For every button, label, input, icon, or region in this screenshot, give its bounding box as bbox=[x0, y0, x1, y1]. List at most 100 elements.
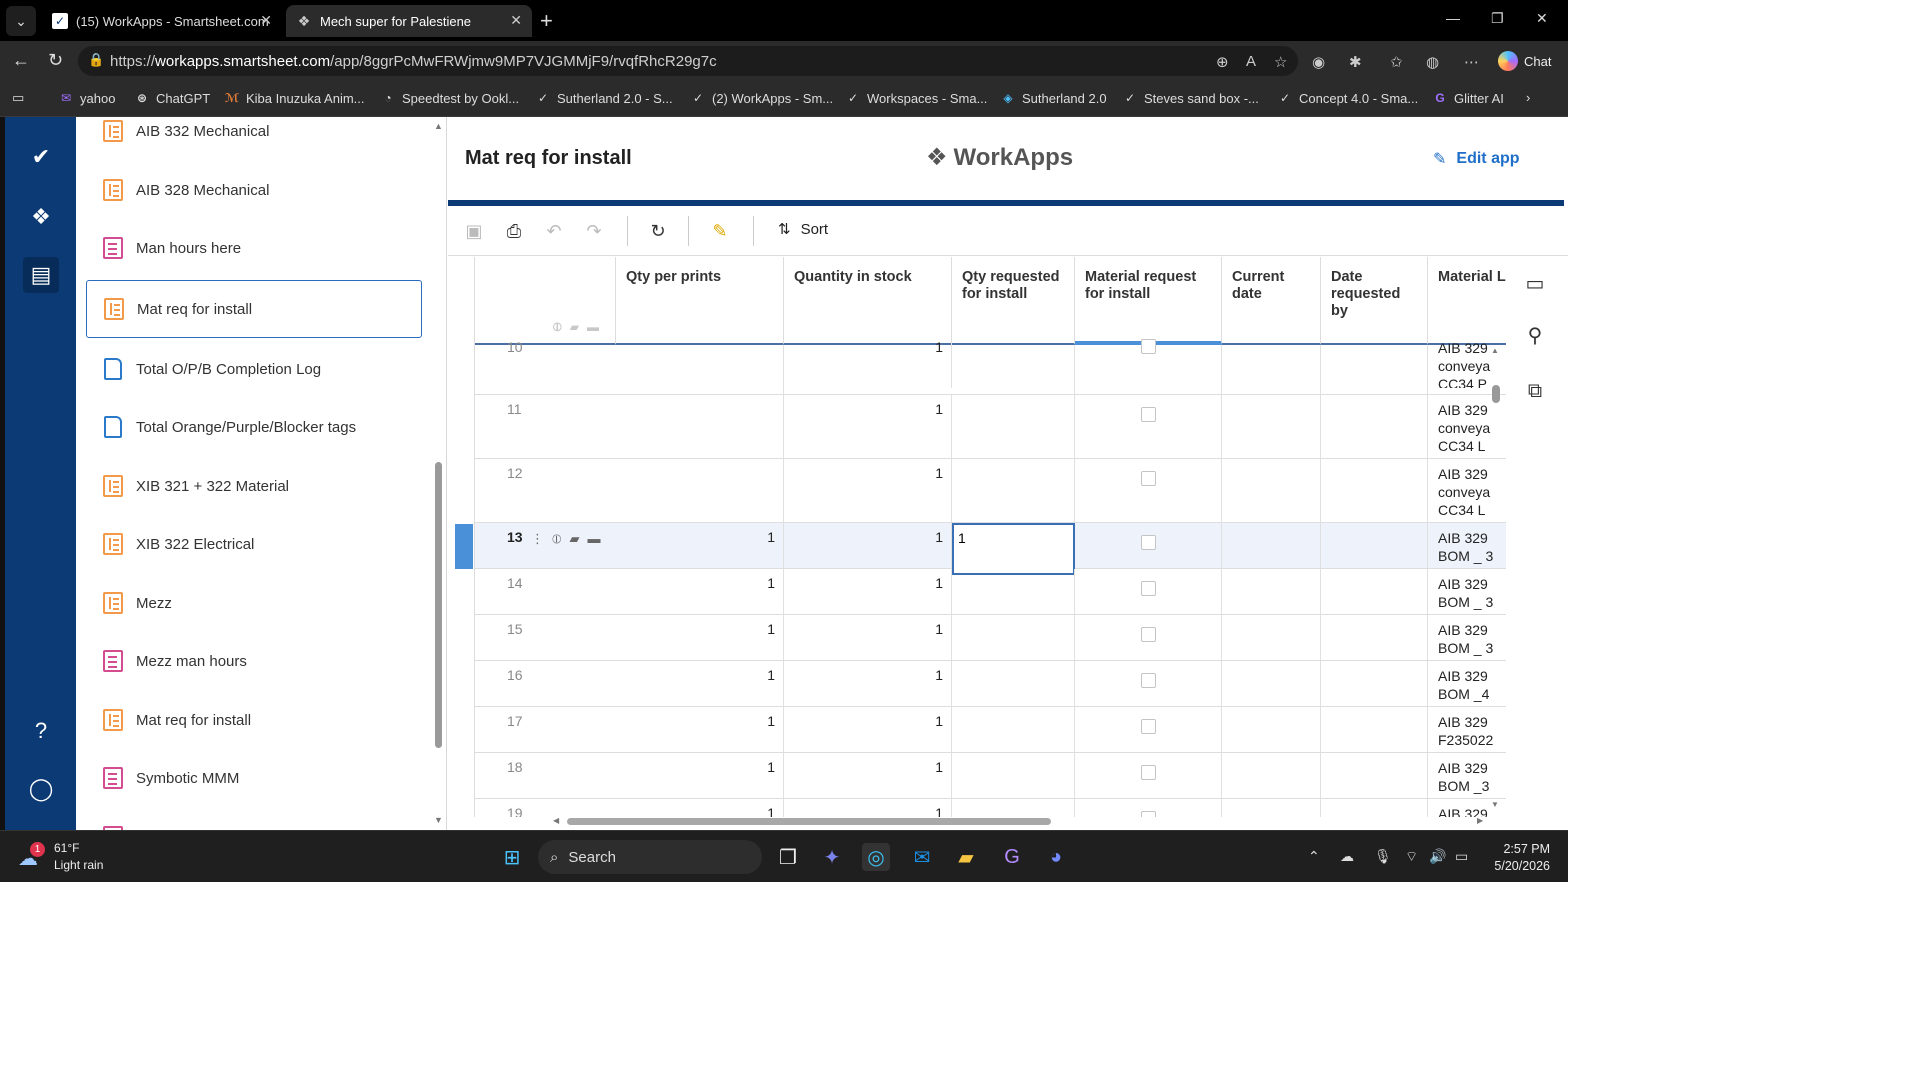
edge-icon[interactable]: ◎ bbox=[862, 843, 890, 871]
favorites-icon[interactable]: ✩ bbox=[1390, 53, 1403, 71]
column-qty-requested[interactable]: Qty requested for install bbox=[952, 257, 1075, 345]
cell-current-date[interactable] bbox=[1222, 615, 1321, 660]
extension-icon[interactable]: ◉ bbox=[1312, 53, 1325, 71]
grid-vertical-scrollbar[interactable] bbox=[1492, 385, 1500, 403]
wifi-icon[interactable]: ⌔ bbox=[1405, 848, 1418, 866]
cell-date-requested-by[interactable] bbox=[1321, 707, 1428, 752]
cell-quantity-in-stock[interactable]: 1 bbox=[784, 339, 952, 388]
bookmark-concept[interactable]: ✓ Concept 4.0 - Sma... bbox=[1277, 90, 1418, 106]
cell-qty-requested[interactable] bbox=[952, 395, 1075, 458]
checkbox[interactable] bbox=[1141, 581, 1156, 596]
undo-icon[interactable]: ↶ bbox=[543, 220, 565, 242]
sidebar-item-man-hours[interactable]: Man hours here bbox=[102, 228, 422, 268]
volume-icon[interactable]: 🔊 bbox=[1429, 848, 1446, 865]
column-date-requested-by[interactable]: Date requested by bbox=[1321, 257, 1428, 345]
cell-material-request[interactable] bbox=[1075, 459, 1222, 522]
proofs-icon[interactable]: ⧉ bbox=[1522, 378, 1548, 404]
cell-current-date[interactable] bbox=[1222, 661, 1321, 706]
cell-qty-per-prints[interactable] bbox=[616, 345, 784, 394]
help-icon[interactable]: ? bbox=[23, 713, 59, 749]
cell-qty-per-prints[interactable]: 1 bbox=[616, 569, 784, 614]
cell-date-requested-by[interactable] bbox=[1321, 799, 1428, 817]
column-current-date[interactable]: Current date bbox=[1222, 257, 1321, 345]
cell-qty-requested[interactable] bbox=[952, 707, 1075, 752]
cell-qty-requested[interactable] bbox=[952, 661, 1075, 706]
cell-qty-per-prints[interactable]: 1 bbox=[616, 707, 784, 752]
cell-material-request[interactable] bbox=[1075, 615, 1222, 660]
cell-quantity-in-stock[interactable]: 1 bbox=[784, 395, 952, 458]
row-menu-icon[interactable]: ⋮ bbox=[531, 531, 544, 547]
cell-current-date[interactable] bbox=[1222, 707, 1321, 752]
cell-qty-requested[interactable] bbox=[952, 459, 1075, 522]
minimize-icon[interactable]: — bbox=[1446, 10, 1460, 26]
conversations-icon[interactable]: ▭ bbox=[1522, 270, 1548, 296]
table-row[interactable]: 11 1 AIB 329 conveya CC34 L bbox=[475, 395, 1526, 459]
sidebar-scrollbar[interactable] bbox=[435, 462, 442, 748]
cell-current-date[interactable] bbox=[1222, 753, 1321, 798]
onedrive-icon[interactable]: ☁ bbox=[1340, 848, 1354, 865]
weather-widget[interactable]: ☁ 1 61°F Light rain bbox=[18, 840, 103, 874]
bookmark-sutherland[interactable]: ◈ Sutherland 2.0 bbox=[1000, 90, 1106, 106]
cell-date-requested-by[interactable] bbox=[1321, 615, 1428, 660]
cell-quantity-in-stock[interactable]: 1 bbox=[784, 661, 952, 706]
close-tab-icon[interactable]: ✕ bbox=[260, 12, 272, 29]
attachments-icon[interactable]: ⚲ bbox=[1522, 322, 1548, 348]
cell-qty-requested[interactable] bbox=[952, 569, 1075, 614]
close-window-icon[interactable]: ✕ bbox=[1536, 10, 1548, 27]
bookmark-speedtest[interactable]: ◔ Speedtest by Ookl... bbox=[380, 90, 519, 106]
highlight-icon[interactable]: ✎ bbox=[709, 220, 731, 242]
table-row[interactable]: 15 1 1 AIB 329 BOM _ 3 bbox=[475, 615, 1526, 661]
tab-actions-menu[interactable]: ⌄ bbox=[6, 6, 36, 36]
file-explorer-icon[interactable]: ▰ bbox=[952, 843, 980, 871]
cell-quantity-in-stock[interactable]: 1 bbox=[784, 799, 952, 817]
sort-button[interactable]: ⇅ Sort bbox=[778, 220, 828, 239]
cell-qty-per-prints[interactable] bbox=[616, 459, 784, 522]
sidebar-item-partial[interactable] bbox=[102, 817, 422, 830]
redo-icon[interactable]: ↷ bbox=[583, 220, 605, 242]
grid-scroll-right-icon[interactable]: ▶ bbox=[1477, 816, 1483, 825]
more-bookmarks-icon[interactable]: › bbox=[1526, 90, 1530, 105]
checkbox[interactable] bbox=[1141, 811, 1156, 817]
outlook-icon[interactable]: ✉ bbox=[908, 843, 936, 871]
sidebar-item-xib-322-electrical[interactable]: XIB 322 Electrical bbox=[102, 524, 422, 564]
refresh-grid-icon[interactable]: ↻ bbox=[647, 220, 669, 242]
cell-date-requested-by[interactable] bbox=[1321, 459, 1428, 522]
sidebar-item-aib-328[interactable]: AIB 328 Mechanical bbox=[102, 170, 422, 210]
table-row[interactable]: 17 1 1 AIB 329 F235022 bbox=[475, 707, 1526, 753]
browser-tab-workapps[interactable]: ✓ (15) WorkApps - Smartsheet.com ✕ bbox=[42, 5, 282, 37]
sidebar-item-mezz-man-hours[interactable]: Mezz man hours bbox=[102, 641, 422, 681]
sidebar-item-aib-332[interactable]: AIB 332 Mechanical bbox=[102, 117, 422, 151]
cell-current-date[interactable] bbox=[1222, 569, 1321, 614]
column-qty-per-prints[interactable]: Qty per prints bbox=[616, 257, 784, 345]
cell-material-request[interactable] bbox=[1075, 523, 1222, 568]
grid-horizontal-scrollbar[interactable] bbox=[567, 818, 1051, 825]
zoom-icon[interactable]: ⊕ bbox=[1216, 53, 1229, 71]
browser-tab-mech-super[interactable]: ❖ Mech super for Palestiene ✕ bbox=[286, 5, 532, 37]
taskbar-clock[interactable]: 2:57 PM 5/20/2026 bbox=[1482, 841, 1550, 875]
extensions-icon[interactable]: ✱ bbox=[1349, 53, 1362, 71]
print-icon[interactable]: ⎙ bbox=[503, 220, 525, 242]
tray-overflow-icon[interactable]: ⌃ bbox=[1308, 848, 1320, 865]
table-row[interactable]: 19 1 1 AIB 329 bbox=[475, 799, 1526, 817]
cell-current-date[interactable] bbox=[1222, 523, 1321, 568]
sidebar-scroll-up-icon[interactable]: ▲ bbox=[434, 121, 443, 131]
grid-scroll-left-icon[interactable]: ◀ bbox=[553, 816, 559, 825]
app-g-icon[interactable]: G bbox=[998, 843, 1026, 871]
sidebar-item-mat-req-2[interactable]: Mat req for install bbox=[102, 700, 422, 740]
teams-icon[interactable]: ✦ bbox=[818, 843, 846, 871]
cell-qty-requested[interactable] bbox=[952, 799, 1075, 817]
favorite-star-icon[interactable]: ☆ bbox=[1274, 53, 1287, 71]
grid-scroll-down-icon[interactable]: ▼ bbox=[1491, 800, 1499, 809]
cell-material-request[interactable] bbox=[1075, 661, 1222, 706]
cell-current-date[interactable] bbox=[1222, 345, 1321, 394]
save-icon[interactable]: ▣ bbox=[463, 220, 485, 242]
cell-qty-per-prints[interactable]: 1 bbox=[616, 799, 784, 817]
sidebar-scroll-down-icon[interactable]: ▼ bbox=[434, 815, 443, 825]
restore-icon[interactable]: ❐ bbox=[1491, 10, 1504, 27]
cell-material-request[interactable] bbox=[1075, 569, 1222, 614]
cell-editor-qty-requested[interactable]: 1 bbox=[952, 523, 1075, 575]
checkbox[interactable] bbox=[1141, 535, 1156, 550]
checkbox[interactable] bbox=[1141, 407, 1156, 422]
cell-date-requested-by[interactable] bbox=[1321, 569, 1428, 614]
bookmark-kiba[interactable]: ℳ Kiba Inuzuka Anim... bbox=[224, 90, 365, 106]
